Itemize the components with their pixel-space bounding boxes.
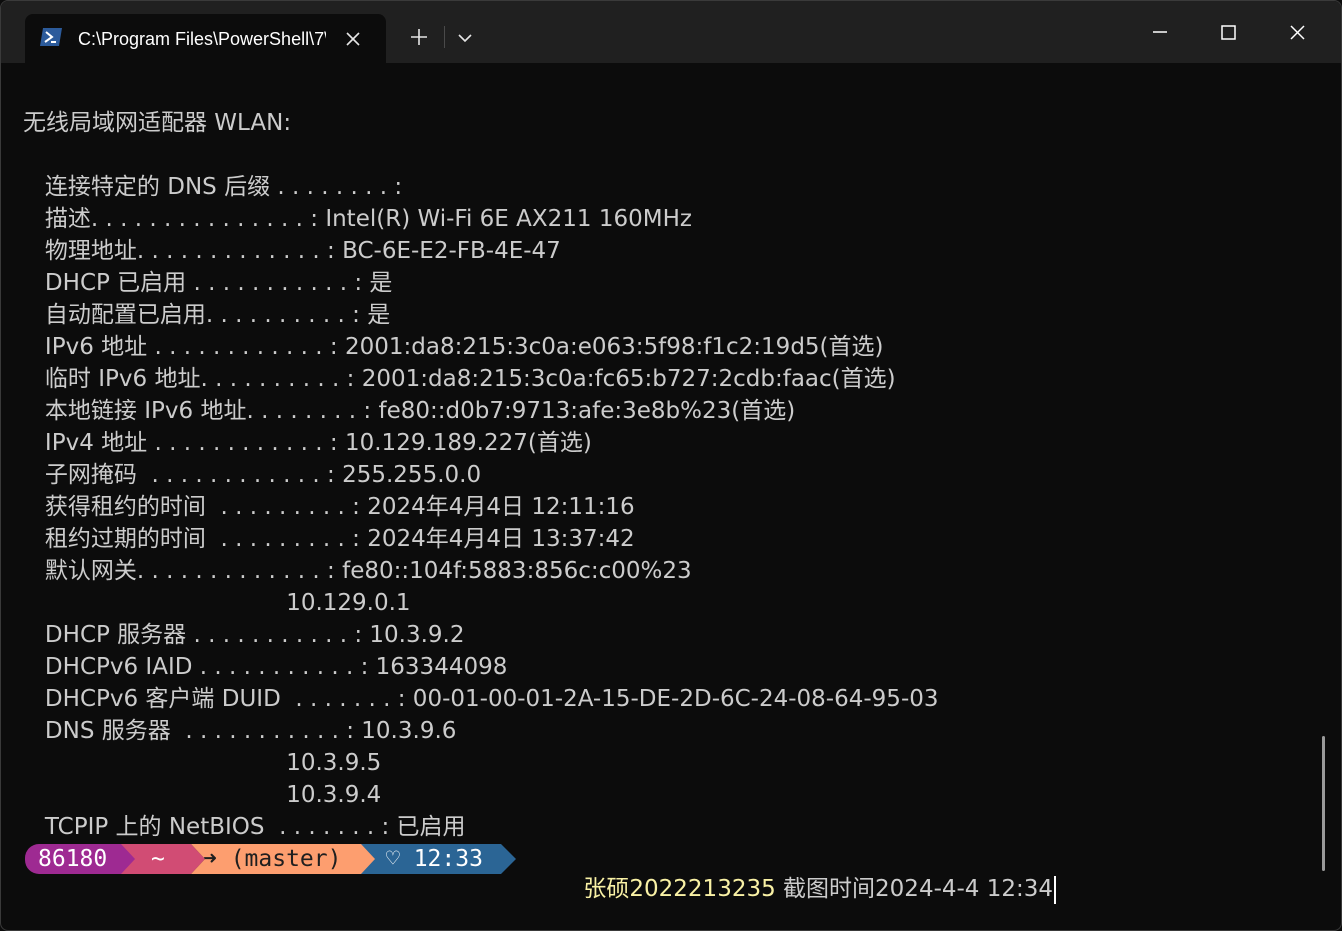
- ipconfig-entry: 获得租约的时间 . . . . . . . . . : 2024年4月4日 12…: [23, 491, 635, 523]
- maximize-icon[interactable]: [1194, 1, 1262, 63]
- entry-label: DHCPv6 客户端 DUID . . . . . . . :: [23, 686, 406, 712]
- entry-value: 是: [359, 302, 391, 328]
- entry-value: fe80::104f:5883:856c:c00%23: [334, 558, 692, 584]
- ipconfig-entry: DHCPv6 IAID . . . . . . . . . . . : 1633…: [23, 651, 507, 683]
- ipconfig-entry: 10.3.9.5: [23, 747, 381, 779]
- ipconfig-entry: IPv4 地址 . . . . . . . . . . . . : 10.129…: [23, 427, 592, 459]
- entry-value: 00-01-00-01-2A-15-DE-2D-6C-24-08-64-95-0…: [405, 686, 939, 712]
- ipconfig-entry: 子网掩码 . . . . . . . . . . . . : 255.255.0…: [23, 459, 481, 491]
- powershell-icon: [40, 28, 62, 46]
- entry-label: 临时 IPv6 地址. . . . . . . . . . :: [23, 366, 355, 392]
- prompt-git-segment: ➜ (master): [191, 844, 379, 874]
- ipconfig-entry: DHCP 服务器 . . . . . . . . . . . : 10.3.9.…: [23, 619, 465, 651]
- entry-label: 子网掩码 . . . . . . . . . . . . :: [23, 462, 335, 488]
- prompt-time-segment: ♡ 12:33: [361, 844, 516, 874]
- entry-label: DHCP 服务器 . . . . . . . . . . . :: [23, 622, 363, 648]
- scrollbar[interactable]: [1322, 736, 1325, 871]
- ipconfig-entry: IPv6 地址 . . . . . . . . . . . . : 2001:d…: [23, 331, 884, 363]
- entry-label: 本地链接 IPv6 地址. . . . . . . . :: [23, 398, 372, 424]
- tab-powershell[interactable]: C:\Program Files\PowerShell\7\pwsh.exe: [25, 14, 386, 63]
- entry-value: Intel(R) Wi-Fi 6E AX211 160MHz: [318, 206, 692, 232]
- entry-value: 10.129.189.227(首选): [337, 430, 592, 456]
- entry-label: IPv4 地址 . . . . . . . . . . . . :: [23, 430, 338, 456]
- ipconfig-entry: DHCPv6 客户端 DUID . . . . . . . : 00-01-00…: [23, 683, 939, 715]
- entry-value: 2001:da8:215:3c0a:fc65:b727:2cdb:faac(首选…: [354, 366, 896, 392]
- entry-value: 2001:da8:215:3c0a:e063:5f98:f1c2:19d5(首选…: [337, 334, 884, 360]
- ipconfig-entry: 自动配置已启用. . . . . . . . . . : 是: [23, 299, 390, 331]
- entry-value: 2024年4月4日 13:37:42: [359, 526, 635, 552]
- entry-value: 10.129.0.1: [23, 590, 411, 616]
- tab-divider: [444, 26, 445, 48]
- entry-value: fe80::d0b7:9713:afe:3e8b%23(首选): [371, 398, 796, 424]
- ipconfig-entry: 10.3.9.4: [23, 779, 381, 811]
- text-cursor: [1054, 875, 1057, 904]
- minimize-icon[interactable]: [1126, 1, 1194, 63]
- ipconfig-entry: TCPIP 上的 NetBIOS . . . . . . . : 已启用: [23, 811, 466, 843]
- entry-value: BC-6E-E2-FB-4E-47: [334, 238, 561, 264]
- entry-label: 默认网关. . . . . . . . . . . . . :: [23, 558, 335, 584]
- ipconfig-entry: DHCP 已启用 . . . . . . . . . . . : 是: [23, 267, 392, 299]
- entry-value: 163344098: [368, 654, 508, 680]
- command-text: 截图时间2024-4-4 12:34: [775, 876, 1054, 902]
- entry-label: 自动配置已启用. . . . . . . . . . :: [23, 302, 360, 328]
- section-header: 无线局域网适配器 WLAN:: [23, 110, 292, 136]
- title-bar[interactable]: C:\Program Files\PowerShell\7\pwsh.exe: [1, 1, 1341, 63]
- entry-value: 2024年4月4日 12:11:16: [359, 494, 635, 520]
- entry-label: 描述. . . . . . . . . . . . . . . :: [23, 206, 319, 232]
- entry-label: 获得租约的时间 . . . . . . . . . :: [23, 494, 360, 520]
- ipconfig-entry: 10.129.0.1: [23, 587, 411, 619]
- entry-label: IPv6 地址 . . . . . . . . . . . . :: [23, 334, 338, 360]
- entry-value: 10.3.9.6: [353, 718, 457, 744]
- entry-label: DHCP 已启用 . . . . . . . . . . . :: [23, 270, 363, 296]
- ipconfig-entry: 临时 IPv6 地址. . . . . . . . . . : 2001:da8…: [23, 363, 896, 395]
- entry-label: DNS 服务器 . . . . . . . . . . . :: [23, 718, 354, 744]
- prompt-host-segment: 86180: [25, 844, 135, 874]
- entry-value: 255.255.0.0: [334, 462, 482, 488]
- close-icon[interactable]: [343, 29, 363, 49]
- entry-label: 物理地址. . . . . . . . . . . . . :: [23, 238, 335, 264]
- terminal-output[interactable]: 无线局域网适配器 WLAN: 连接特定的 DNS 后缀 . . . . . . …: [1, 63, 1331, 923]
- tab-title: C:\Program Files\PowerShell\7\pwsh.exe: [78, 29, 326, 49]
- chevron-down-icon[interactable]: [449, 21, 481, 53]
- plus-icon[interactable]: [401, 21, 437, 53]
- ipconfig-entry: DNS 服务器 . . . . . . . . . . . : 10.3.9.6: [23, 715, 456, 747]
- ipconfig-entry: 租约过期的时间 . . . . . . . . . : 2024年4月4日 13…: [23, 523, 635, 555]
- entry-label: 连接特定的 DNS 后缀 . . . . . . . . :: [23, 174, 403, 200]
- ipconfig-entry: 默认网关. . . . . . . . . . . . . : fe80::10…: [23, 555, 692, 587]
- entry-label: TCPIP 上的 NetBIOS . . . . . . . :: [23, 814, 390, 840]
- ipconfig-entry: 描述. . . . . . . . . . . . . . . : Intel(…: [23, 203, 692, 235]
- entry-value: 10.3.9.2: [362, 622, 465, 648]
- entry-label: DHCPv6 IAID . . . . . . . . . . . :: [23, 654, 369, 680]
- entry-value: 已启用: [389, 814, 466, 840]
- ipconfig-entry: 本地链接 IPv6 地址. . . . . . . . : fe80::d0b7…: [23, 395, 795, 427]
- terminal-window: C:\Program Files\PowerShell\7\pwsh.exe 无…: [0, 0, 1342, 931]
- ipconfig-entry: 物理地址. . . . . . . . . . . . . : BC-6E-E2…: [23, 235, 561, 267]
- entry-value: 10.3.9.5: [23, 750, 382, 776]
- ipconfig-entry: 连接特定的 DNS 后缀 . . . . . . . . :: [23, 171, 402, 203]
- command-line[interactable]: 张硕2022213235 截图时间2024-4-4 12:34: [528, 844, 1057, 904]
- entry-label: 租约过期的时间 . . . . . . . . . :: [23, 526, 360, 552]
- entry-value: 10.3.9.4: [23, 782, 382, 808]
- close-icon[interactable]: [1263, 1, 1331, 63]
- command-name: 张硕2022213235: [583, 876, 776, 902]
- entry-value: 是: [362, 270, 393, 296]
